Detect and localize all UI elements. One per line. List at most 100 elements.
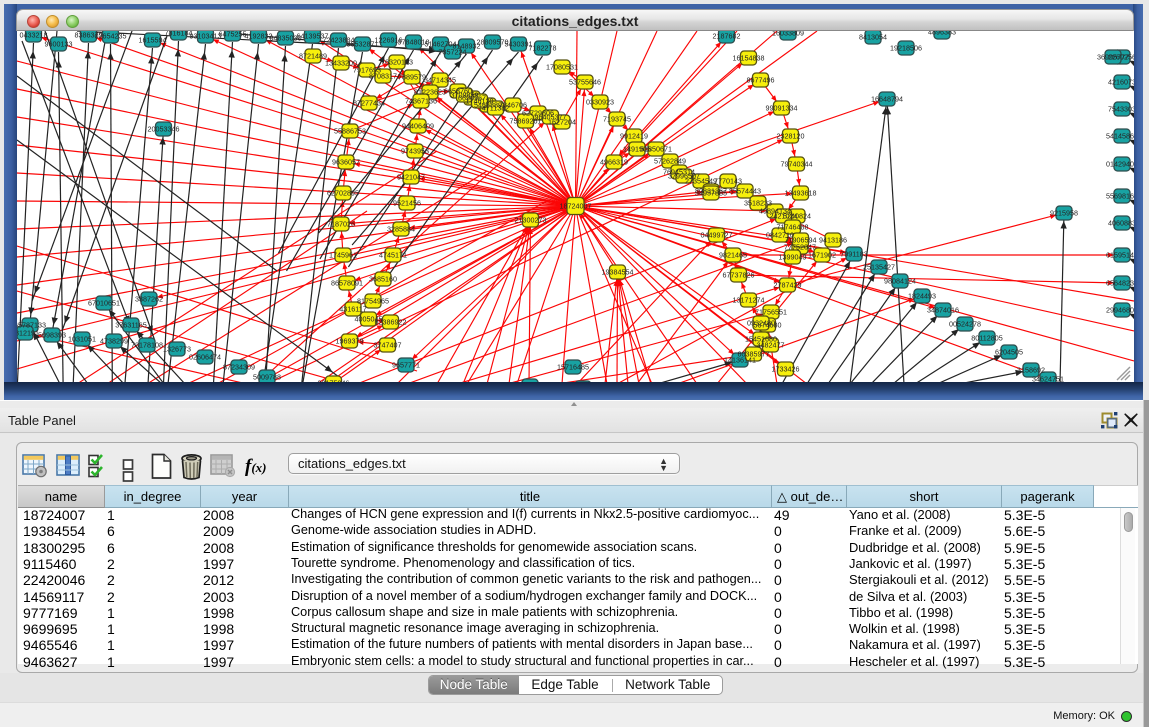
svg-text:53755646: 53755646 xyxy=(569,77,601,86)
svg-text:3285884: 3285884 xyxy=(387,224,415,233)
svg-text:99091334: 99091334 xyxy=(765,103,797,112)
svg-text:6204505: 6204505 xyxy=(995,347,1023,356)
svg-text:3158692: 3158692 xyxy=(1017,365,1045,374)
svg-text:2187682: 2187682 xyxy=(712,31,740,40)
svg-text:60385977: 60385977 xyxy=(737,349,769,358)
svg-text:2421024: 2421024 xyxy=(769,211,797,220)
svg-text:7889579: 7889579 xyxy=(398,72,426,81)
svg-text:4060883: 4060883 xyxy=(1108,218,1134,227)
svg-text:20053346: 20053346 xyxy=(147,124,179,133)
svg-text:7816184: 7816184 xyxy=(164,31,192,37)
svg-text:34714345: 34714345 xyxy=(424,75,456,84)
svg-text:5009788: 5009788 xyxy=(253,372,281,381)
svg-text:85574443: 85574443 xyxy=(729,186,761,195)
svg-text:34874016: 34874016 xyxy=(927,305,959,314)
svg-text:8708317: 8708317 xyxy=(369,71,397,80)
svg-text:5098393: 5098393 xyxy=(38,330,66,339)
svg-text:62702895: 62702895 xyxy=(327,188,359,197)
svg-text:1671902: 1671902 xyxy=(808,250,836,259)
svg-text:34957885: 34957885 xyxy=(695,188,727,197)
svg-text:02654235: 02654235 xyxy=(94,31,126,40)
svg-text:9821465: 9821465 xyxy=(719,250,747,259)
svg-text:87234309: 87234309 xyxy=(223,362,255,371)
svg-text:8677496: 8677496 xyxy=(746,75,774,84)
svg-text:1615594: 1615594 xyxy=(138,35,166,44)
svg-text:3747407: 3747407 xyxy=(373,340,401,349)
svg-text:29946804: 29946804 xyxy=(1106,305,1134,314)
svg-text:71746488: 71746488 xyxy=(776,222,808,231)
svg-text:36995777: 36995777 xyxy=(1097,52,1129,61)
svg-text:4216073: 4216073 xyxy=(1108,77,1134,86)
svg-text:1399049: 1399049 xyxy=(778,252,806,261)
svg-text:9657771: 9657771 xyxy=(392,360,420,369)
svg-text:16648794: 16648794 xyxy=(871,94,903,103)
svg-text:87277434: 87277434 xyxy=(353,98,385,107)
svg-text:00524278: 00524278 xyxy=(949,319,981,328)
svg-text:1745961: 1745961 xyxy=(329,250,357,259)
svg-text:7193745: 7193745 xyxy=(603,114,631,123)
svg-text:0433218: 0433218 xyxy=(19,31,47,39)
svg-text:57262849: 57262849 xyxy=(654,156,686,165)
svg-text:0812191: 0812191 xyxy=(17,328,39,337)
svg-text:65648236: 65648236 xyxy=(1106,278,1134,287)
svg-text:9413186: 9413186 xyxy=(819,235,847,244)
svg-text:76320163: 76320163 xyxy=(381,57,413,66)
svg-text:04499727: 04499727 xyxy=(700,230,732,239)
svg-text:86578091: 86578091 xyxy=(331,278,363,287)
svg-text:51850671: 51850671 xyxy=(640,144,672,153)
svg-text:67010651: 67010651 xyxy=(88,298,120,307)
svg-text:3387262: 3387262 xyxy=(135,294,163,303)
svg-text:1031051: 1031051 xyxy=(68,334,96,343)
svg-text:7991183: 7991183 xyxy=(840,249,867,258)
svg-text:1824493: 1824493 xyxy=(908,291,936,300)
svg-text:1326773: 1326773 xyxy=(163,344,191,353)
svg-text:79740344: 79740344 xyxy=(780,159,812,168)
svg-text:4738299: 4738299 xyxy=(100,336,128,345)
svg-text:13171274: 13171274 xyxy=(732,295,764,304)
svg-text:4966319: 4966319 xyxy=(600,157,628,166)
svg-text:7770143: 7770143 xyxy=(714,176,742,185)
svg-text:55698169: 55698169 xyxy=(1106,191,1134,200)
svg-text:3482477: 3482477 xyxy=(756,340,784,349)
svg-text:34624751: 34624751 xyxy=(1032,374,1064,382)
svg-text:16033809: 16033809 xyxy=(772,31,804,37)
svg-text:7543303: 7543303 xyxy=(1108,104,1134,113)
svg-text:7357224: 7357224 xyxy=(438,47,466,56)
svg-text:74367136: 74367136 xyxy=(405,96,437,105)
svg-text:9636057: 9636057 xyxy=(332,157,360,166)
svg-text:73178108: 73178108 xyxy=(131,340,163,349)
svg-text:27354549: 27354549 xyxy=(685,176,717,185)
svg-text:67737826: 67737826 xyxy=(722,270,754,279)
svg-text:18724007: 18724007 xyxy=(559,201,591,210)
svg-text:81223623: 81223623 xyxy=(414,87,446,96)
svg-text:37631165: 37631165 xyxy=(115,320,146,329)
svg-text:55886753: 55886753 xyxy=(334,126,366,135)
svg-text:19218506: 19218506 xyxy=(890,43,922,52)
svg-text:13493618: 13493618 xyxy=(784,188,816,197)
svg-text:9421047: 9421047 xyxy=(397,172,425,181)
svg-text:4745171: 4745171 xyxy=(379,250,407,259)
svg-text:0330923: 0330923 xyxy=(586,97,614,106)
svg-text:93103413: 93103413 xyxy=(189,31,221,40)
svg-text:16154838: 16154838 xyxy=(732,53,764,62)
svg-text:2787429: 2787429 xyxy=(773,280,801,289)
svg-text:54145868: 54145868 xyxy=(1106,131,1134,140)
svg-text:9215958: 9215958 xyxy=(1050,208,1078,217)
svg-text:0932480: 0932480 xyxy=(747,318,775,327)
svg-text:96405377: 96405377 xyxy=(534,112,566,121)
svg-text:4192832: 4192832 xyxy=(244,31,272,40)
svg-text:15716485: 15716485 xyxy=(557,362,589,371)
svg-text:19384554: 19384554 xyxy=(601,267,633,276)
svg-text:61595148: 61595148 xyxy=(1106,250,1134,259)
svg-text:4711382: 4711382 xyxy=(481,103,508,112)
svg-text:9743953: 9743953 xyxy=(401,146,429,155)
svg-text:6193990: 6193990 xyxy=(516,381,544,382)
svg-text:98084124: 98084124 xyxy=(884,276,916,285)
svg-text:7187026: 7187026 xyxy=(327,219,355,228)
svg-text:2328120: 2328120 xyxy=(776,131,804,140)
svg-text:1733426: 1733426 xyxy=(771,364,799,373)
svg-text:9600133: 9600133 xyxy=(44,39,72,48)
svg-text:8413054: 8413054 xyxy=(859,32,887,41)
svg-text:02606474: 02606474 xyxy=(189,352,221,361)
svg-text:62386922: 62386922 xyxy=(374,317,406,326)
